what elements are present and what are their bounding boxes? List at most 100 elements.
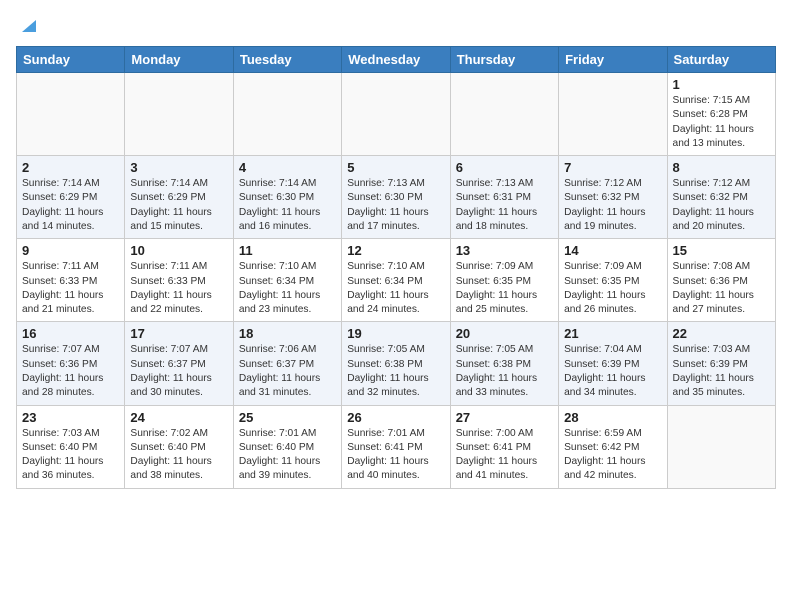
day-number: 1 bbox=[673, 77, 770, 92]
day-info: Sunrise: 7:10 AM Sunset: 6:34 PM Dayligh… bbox=[347, 260, 444, 317]
day-number: 21 bbox=[564, 326, 661, 341]
day-number: 25 bbox=[239, 410, 336, 425]
calendar-cell bbox=[667, 405, 775, 488]
day-number: 14 bbox=[564, 243, 661, 258]
calendar-cell: 3 Sunrise: 7:14 AM Sunset: 6:29 PM Daylig… bbox=[125, 156, 233, 239]
logo-icon bbox=[18, 16, 36, 34]
calendar-cell: 13 Sunrise: 7:09 AM Sunset: 6:35 PM Dayli… bbox=[450, 239, 558, 322]
calendar-cell: 26 Sunrise: 7:01 AM Sunset: 6:41 PM Dayli… bbox=[342, 405, 450, 488]
calendar-cell: 4 Sunrise: 7:14 AM Sunset: 6:30 PM Daylig… bbox=[233, 156, 341, 239]
day-number: 20 bbox=[456, 326, 553, 341]
day-info: Sunrise: 7:14 AM Sunset: 6:29 PM Dayligh… bbox=[22, 177, 119, 234]
calendar-cell bbox=[125, 73, 233, 156]
day-number: 18 bbox=[239, 326, 336, 341]
day-number: 6 bbox=[456, 160, 553, 175]
calendar-cell: 10 Sunrise: 7:11 AM Sunset: 6:33 PM Dayli… bbox=[125, 239, 233, 322]
calendar-cell: 2 Sunrise: 7:14 AM Sunset: 6:29 PM Daylig… bbox=[17, 156, 125, 239]
day-info: Sunrise: 7:05 AM Sunset: 6:38 PM Dayligh… bbox=[456, 343, 553, 400]
calendar-cell: 8 Sunrise: 7:12 AM Sunset: 6:32 PM Daylig… bbox=[667, 156, 775, 239]
day-number: 11 bbox=[239, 243, 336, 258]
day-info: Sunrise: 7:13 AM Sunset: 6:31 PM Dayligh… bbox=[456, 177, 553, 234]
day-info: Sunrise: 7:05 AM Sunset: 6:38 PM Dayligh… bbox=[347, 343, 444, 400]
calendar-cell bbox=[559, 73, 667, 156]
calendar-cell: 23 Sunrise: 7:03 AM Sunset: 6:40 PM Dayli… bbox=[17, 405, 125, 488]
day-number: 16 bbox=[22, 326, 119, 341]
calendar-cell: 14 Sunrise: 7:09 AM Sunset: 6:35 PM Dayli… bbox=[559, 239, 667, 322]
day-info: Sunrise: 7:01 AM Sunset: 6:41 PM Dayligh… bbox=[347, 427, 444, 484]
calendar-cell: 19 Sunrise: 7:05 AM Sunset: 6:38 PM Dayli… bbox=[342, 322, 450, 405]
weekday-header-saturday: Saturday bbox=[667, 47, 775, 73]
calendar-week-4: 16 Sunrise: 7:07 AM Sunset: 6:36 PM Dayli… bbox=[17, 322, 776, 405]
day-info: Sunrise: 7:10 AM Sunset: 6:34 PM Dayligh… bbox=[239, 260, 336, 317]
calendar-cell: 21 Sunrise: 7:04 AM Sunset: 6:39 PM Dayli… bbox=[559, 322, 667, 405]
day-number: 9 bbox=[22, 243, 119, 258]
calendar-cell: 28 Sunrise: 6:59 AM Sunset: 6:42 PM Dayli… bbox=[559, 405, 667, 488]
calendar-week-1: 1 Sunrise: 7:15 AM Sunset: 6:28 PM Daylig… bbox=[17, 73, 776, 156]
day-number: 5 bbox=[347, 160, 444, 175]
calendar-cell bbox=[450, 73, 558, 156]
weekday-header-thursday: Thursday bbox=[450, 47, 558, 73]
weekday-header-wednesday: Wednesday bbox=[342, 47, 450, 73]
day-info: Sunrise: 7:14 AM Sunset: 6:30 PM Dayligh… bbox=[239, 177, 336, 234]
day-number: 12 bbox=[347, 243, 444, 258]
calendar-cell: 22 Sunrise: 7:03 AM Sunset: 6:39 PM Dayli… bbox=[667, 322, 775, 405]
calendar-cell: 1 Sunrise: 7:15 AM Sunset: 6:28 PM Daylig… bbox=[667, 73, 775, 156]
day-number: 3 bbox=[130, 160, 227, 175]
weekday-header-sunday: Sunday bbox=[17, 47, 125, 73]
page-header bbox=[16, 16, 776, 34]
day-number: 22 bbox=[673, 326, 770, 341]
calendar-cell: 20 Sunrise: 7:05 AM Sunset: 6:38 PM Dayli… bbox=[450, 322, 558, 405]
day-info: Sunrise: 7:07 AM Sunset: 6:36 PM Dayligh… bbox=[22, 343, 119, 400]
calendar-cell: 17 Sunrise: 7:07 AM Sunset: 6:37 PM Dayli… bbox=[125, 322, 233, 405]
calendar-cell: 18 Sunrise: 7:06 AM Sunset: 6:37 PM Dayli… bbox=[233, 322, 341, 405]
day-info: Sunrise: 7:12 AM Sunset: 6:32 PM Dayligh… bbox=[673, 177, 770, 234]
day-info: Sunrise: 7:15 AM Sunset: 6:28 PM Dayligh… bbox=[673, 94, 770, 151]
calendar-cell: 12 Sunrise: 7:10 AM Sunset: 6:34 PM Dayli… bbox=[342, 239, 450, 322]
day-number: 23 bbox=[22, 410, 119, 425]
day-info: Sunrise: 7:04 AM Sunset: 6:39 PM Dayligh… bbox=[564, 343, 661, 400]
day-info: Sunrise: 7:14 AM Sunset: 6:29 PM Dayligh… bbox=[130, 177, 227, 234]
day-number: 8 bbox=[673, 160, 770, 175]
day-info: Sunrise: 7:03 AM Sunset: 6:39 PM Dayligh… bbox=[673, 343, 770, 400]
day-info: Sunrise: 7:02 AM Sunset: 6:40 PM Dayligh… bbox=[130, 427, 227, 484]
calendar-week-2: 2 Sunrise: 7:14 AM Sunset: 6:29 PM Daylig… bbox=[17, 156, 776, 239]
calendar-week-5: 23 Sunrise: 7:03 AM Sunset: 6:40 PM Dayli… bbox=[17, 405, 776, 488]
day-number: 10 bbox=[130, 243, 227, 258]
day-number: 28 bbox=[564, 410, 661, 425]
calendar-header-row: SundayMondayTuesdayWednesdayThursdayFrid… bbox=[17, 47, 776, 73]
day-number: 27 bbox=[456, 410, 553, 425]
day-info: Sunrise: 7:09 AM Sunset: 6:35 PM Dayligh… bbox=[564, 260, 661, 317]
day-info: Sunrise: 7:08 AM Sunset: 6:36 PM Dayligh… bbox=[673, 260, 770, 317]
day-number: 15 bbox=[673, 243, 770, 258]
day-info: Sunrise: 7:00 AM Sunset: 6:41 PM Dayligh… bbox=[456, 427, 553, 484]
day-info: Sunrise: 6:59 AM Sunset: 6:42 PM Dayligh… bbox=[564, 427, 661, 484]
calendar-cell: 6 Sunrise: 7:13 AM Sunset: 6:31 PM Daylig… bbox=[450, 156, 558, 239]
day-info: Sunrise: 7:09 AM Sunset: 6:35 PM Dayligh… bbox=[456, 260, 553, 317]
day-info: Sunrise: 7:03 AM Sunset: 6:40 PM Dayligh… bbox=[22, 427, 119, 484]
day-number: 17 bbox=[130, 326, 227, 341]
day-info: Sunrise: 7:12 AM Sunset: 6:32 PM Dayligh… bbox=[564, 177, 661, 234]
day-number: 7 bbox=[564, 160, 661, 175]
weekday-header-tuesday: Tuesday bbox=[233, 47, 341, 73]
day-number: 4 bbox=[239, 160, 336, 175]
calendar-cell: 16 Sunrise: 7:07 AM Sunset: 6:36 PM Dayli… bbox=[17, 322, 125, 405]
day-info: Sunrise: 7:13 AM Sunset: 6:30 PM Dayligh… bbox=[347, 177, 444, 234]
calendar-cell bbox=[342, 73, 450, 156]
day-number: 13 bbox=[456, 243, 553, 258]
day-number: 2 bbox=[22, 160, 119, 175]
day-info: Sunrise: 7:06 AM Sunset: 6:37 PM Dayligh… bbox=[239, 343, 336, 400]
calendar-cell: 5 Sunrise: 7:13 AM Sunset: 6:30 PM Daylig… bbox=[342, 156, 450, 239]
day-info: Sunrise: 7:11 AM Sunset: 6:33 PM Dayligh… bbox=[130, 260, 227, 317]
calendar-cell: 27 Sunrise: 7:00 AM Sunset: 6:41 PM Dayli… bbox=[450, 405, 558, 488]
calendar-cell bbox=[17, 73, 125, 156]
day-number: 19 bbox=[347, 326, 444, 341]
day-info: Sunrise: 7:11 AM Sunset: 6:33 PM Dayligh… bbox=[22, 260, 119, 317]
calendar-cell: 24 Sunrise: 7:02 AM Sunset: 6:40 PM Dayli… bbox=[125, 405, 233, 488]
weekday-header-monday: Monday bbox=[125, 47, 233, 73]
calendar-week-3: 9 Sunrise: 7:11 AM Sunset: 6:33 PM Daylig… bbox=[17, 239, 776, 322]
day-number: 26 bbox=[347, 410, 444, 425]
day-number: 24 bbox=[130, 410, 227, 425]
calendar-cell: 9 Sunrise: 7:11 AM Sunset: 6:33 PM Daylig… bbox=[17, 239, 125, 322]
day-info: Sunrise: 7:07 AM Sunset: 6:37 PM Dayligh… bbox=[130, 343, 227, 400]
day-info: Sunrise: 7:01 AM Sunset: 6:40 PM Dayligh… bbox=[239, 427, 336, 484]
